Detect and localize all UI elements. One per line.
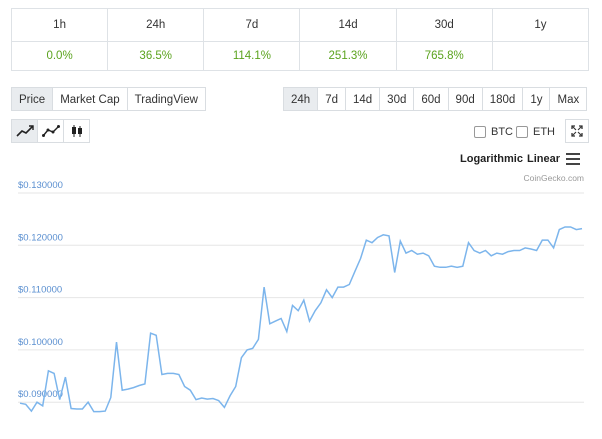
range-max[interactable]: Max bbox=[549, 87, 588, 111]
range-1y[interactable]: 1y bbox=[522, 87, 551, 111]
line-chart-button[interactable] bbox=[11, 119, 38, 143]
period-header-1h: 1h bbox=[10, 8, 109, 42]
period-header-30d: 30d bbox=[395, 8, 493, 42]
eth-compare-checkbox[interactable]: ETH bbox=[516, 126, 555, 138]
range-60d[interactable]: 60d bbox=[413, 87, 449, 111]
period-value-14d: 251.3% bbox=[299, 41, 397, 71]
range-14d[interactable]: 14d bbox=[344, 87, 381, 111]
eth-checkbox-box[interactable] bbox=[516, 126, 528, 138]
period-value-30d: 765.8% bbox=[395, 41, 493, 71]
view-tabs: Price Market Cap TradingView bbox=[11, 87, 206, 111]
price-chart: $0.130000 $0.120000 $0.110000 $0.100000 $0.0… bbox=[18, 180, 584, 413]
line-chart-icon bbox=[15, 125, 34, 137]
range-180d[interactable]: 180d bbox=[481, 87, 524, 111]
expand-icon bbox=[571, 125, 583, 137]
range-buttons: 24h 7d 14d 30d 60d 90d 180d 1y Max bbox=[283, 87, 588, 111]
chart-type-buttons bbox=[11, 119, 90, 143]
range-30d[interactable]: 30d bbox=[379, 87, 415, 111]
tab-market-cap[interactable]: Market Cap bbox=[52, 87, 128, 111]
price-series-line bbox=[19, 226, 583, 413]
candlestick-icon bbox=[71, 125, 82, 137]
eth-label: ETH bbox=[533, 126, 555, 138]
btc-checkbox-box[interactable] bbox=[474, 126, 486, 138]
y-tick-label: $0.130000 bbox=[18, 180, 63, 191]
performance-table: 1h 24h 7d 14d 30d 1y 0.0% 36.5% 114.1% 2… bbox=[10, 8, 590, 71]
y-tick-label: $0.110000 bbox=[18, 285, 62, 296]
period-header-row: 1h 24h 7d 14d 30d 1y bbox=[10, 8, 590, 42]
period-header-14d: 14d bbox=[299, 8, 397, 42]
area-chart-icon bbox=[41, 125, 60, 137]
period-value-7d: 114.1% bbox=[203, 41, 301, 71]
range-7d[interactable]: 7d bbox=[317, 87, 346, 111]
btc-label: BTC bbox=[491, 126, 513, 138]
period-header-1y: 1y bbox=[491, 8, 590, 42]
tab-price[interactable]: Price bbox=[11, 87, 54, 111]
btc-compare-checkbox[interactable]: BTC bbox=[474, 126, 513, 138]
y-tick-label: $0.090000 bbox=[18, 389, 63, 400]
y-tick-label: $0.120000 bbox=[18, 232, 63, 243]
tab-tradingview[interactable]: TradingView bbox=[126, 87, 206, 111]
period-header-7d: 7d bbox=[203, 8, 301, 42]
fullscreen-button[interactable] bbox=[565, 119, 589, 143]
period-value-1y bbox=[491, 41, 590, 71]
range-90d[interactable]: 90d bbox=[447, 87, 483, 111]
period-value-24h: 36.5% bbox=[107, 41, 205, 71]
period-value-row: 0.0% 36.5% 114.1% 251.3% 765.8% bbox=[10, 41, 590, 71]
range-24h[interactable]: 24h bbox=[283, 87, 319, 111]
area-chart-button[interactable] bbox=[37, 119, 64, 143]
linear-toggle[interactable]: Linear bbox=[527, 153, 560, 165]
y-tick-label: $0.100000 bbox=[18, 337, 63, 348]
candlestick-button[interactable] bbox=[63, 119, 90, 143]
hamburger-menu-icon[interactable] bbox=[566, 153, 580, 168]
period-value-1h: 0.0% bbox=[10, 41, 109, 71]
logarithmic-toggle[interactable]: Logarithmic bbox=[460, 153, 523, 165]
period-header-24h: 24h bbox=[107, 8, 205, 42]
